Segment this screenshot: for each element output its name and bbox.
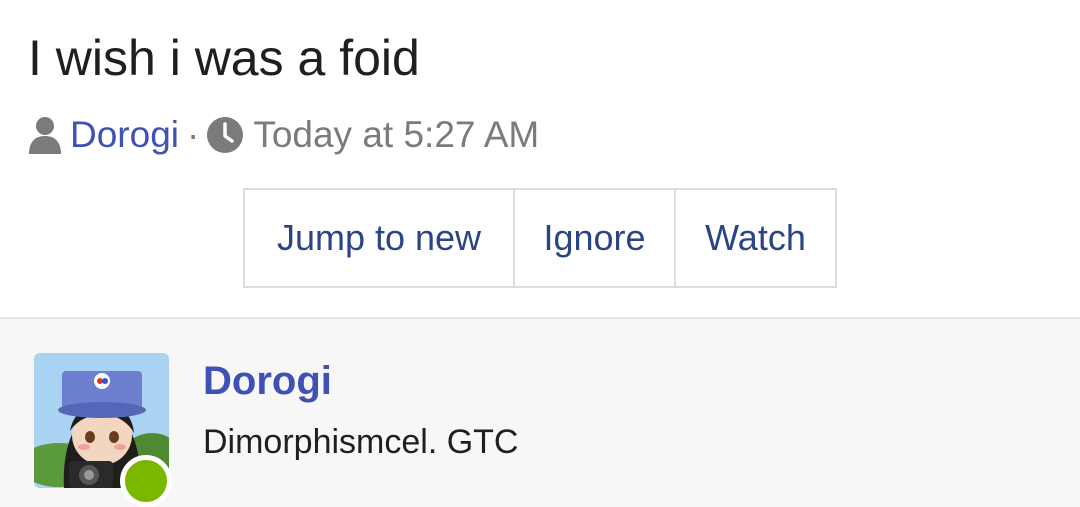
- jump-to-new-button[interactable]: Jump to new: [245, 190, 513, 286]
- thread-timestamp[interactable]: Today at 5:27 AM: [253, 114, 539, 156]
- post-username[interactable]: Dorogi: [203, 359, 332, 404]
- thread-meta: Dorogi · Today at 5:27 AM: [28, 112, 539, 158]
- online-status-indicator: [120, 455, 172, 507]
- watch-button[interactable]: Watch: [674, 190, 835, 286]
- user-icon: [28, 115, 62, 155]
- ignore-button[interactable]: Ignore: [513, 190, 674, 286]
- meta-separator: ·: [187, 114, 200, 155]
- thread-author-link[interactable]: Dorogi: [70, 114, 179, 156]
- thread-actions: Jump to new Ignore Watch: [243, 188, 837, 288]
- thread-title: I wish i was a foid: [28, 30, 420, 86]
- first-post: Dorogi Dimorphismcel. GTC: [0, 317, 1080, 507]
- clock-icon: [207, 117, 244, 153]
- post-user-title: Dimorphismcel. GTC: [203, 423, 519, 461]
